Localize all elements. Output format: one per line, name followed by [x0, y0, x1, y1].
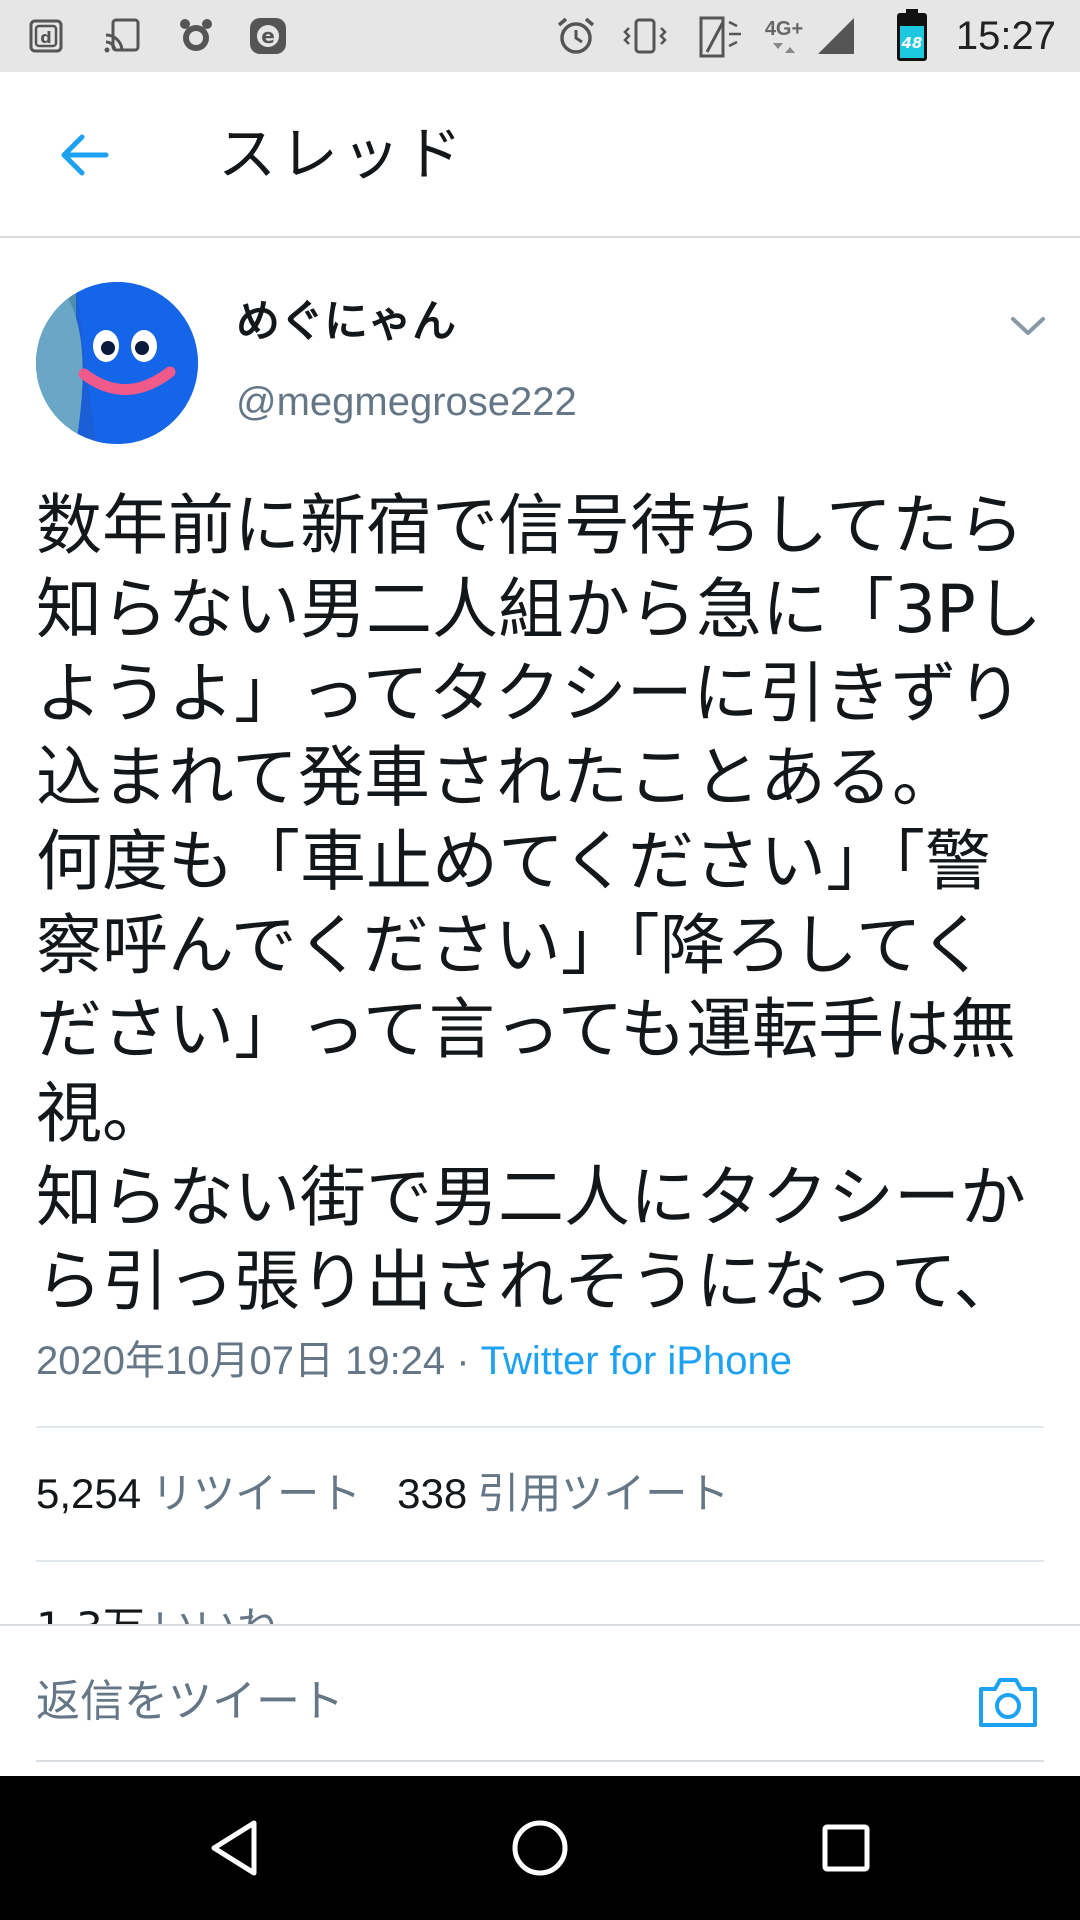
cell-signal-icon — [812, 12, 860, 60]
alarm-clock-icon — [554, 12, 598, 60]
top-app-bar: スレッド — [0, 72, 1080, 238]
tweet-meta: 2020年10月07日 19:24 · Twitter for iPhone — [36, 1334, 792, 1388]
tweet-timestamp[interactable]: 2020年10月07日 19:24 — [36, 1339, 445, 1383]
retweet-label: リツイート — [151, 1469, 362, 1518]
svg-text:48: 48 — [901, 34, 923, 52]
page-title: スレッド — [218, 120, 467, 188]
tweet-text: 数年前に新宿で信号待ちしてたら知らない男二人組から急に「3Pしようよ」ってタクシ… — [36, 487, 1042, 1320]
alarm-app-icon — [176, 12, 216, 60]
svg-text:e: e — [261, 24, 275, 48]
quotes-stat[interactable]: 338 引用ツイート — [397, 1469, 729, 1518]
back-triangle-icon — [211, 1820, 257, 1876]
clock-time: 15:27 — [955, 14, 1056, 58]
cast-icon — [102, 12, 142, 60]
camera-button[interactable] — [972, 1666, 1044, 1738]
vibrate-icon — [622, 12, 668, 60]
home-circle-icon — [512, 1820, 568, 1876]
nav-recents-button[interactable] — [810, 1812, 882, 1884]
e-app-icon: e — [246, 12, 290, 60]
quote-label: 引用ツイート — [477, 1469, 730, 1518]
avatar[interactable] — [36, 282, 198, 444]
chevron-down-icon — [1011, 317, 1045, 335]
network-4g-icon: 4G+ — [760, 12, 808, 60]
d-app-icon: d — [28, 12, 64, 60]
retweet-count: 5,254 — [36, 1470, 142, 1517]
system-nav-bar — [0, 1776, 1080, 1920]
battery-icon: 48 — [894, 9, 930, 61]
svg-text:d: d — [40, 28, 51, 47]
recents-square-icon — [822, 1824, 870, 1872]
nav-home-button[interactable] — [504, 1812, 576, 1884]
like-label: いいね — [153, 1603, 279, 1626]
reply-input[interactable]: 返信をツイート — [36, 1674, 344, 1730]
tweet-stats: 5,254 リツイート 338 引用ツイート — [36, 1466, 729, 1522]
reply-underline — [36, 1760, 1044, 1762]
signal-wifi-icon — [696, 12, 746, 60]
back-button[interactable] — [48, 119, 120, 191]
tweet-menu-button[interactable] — [1004, 306, 1052, 346]
status-bar: d e 4G+ 48 15:27 — [0, 0, 1080, 72]
like-count: 1.3万 — [36, 1603, 145, 1626]
camera-icon — [979, 1678, 1037, 1727]
display-name[interactable]: めぐにゃん — [236, 294, 456, 350]
meta-separator: · — [445, 1339, 481, 1383]
tweet-source-link[interactable]: Twitter for iPhone — [481, 1339, 792, 1383]
divider — [36, 1426, 1044, 1428]
arrow-left-icon — [61, 134, 109, 176]
quote-count: 338 — [397, 1470, 468, 1517]
divider — [36, 1560, 1044, 1562]
likes-stat[interactable]: 1.3万いいね — [36, 1600, 279, 1626]
nav-back-button[interactable] — [198, 1812, 270, 1884]
reply-bar: 返信をツイート — [0, 1624, 1080, 1776]
retweets-stat[interactable]: 5,254 リツイート — [36, 1469, 361, 1518]
user-handle[interactable]: @megmegrose222 — [236, 376, 577, 428]
